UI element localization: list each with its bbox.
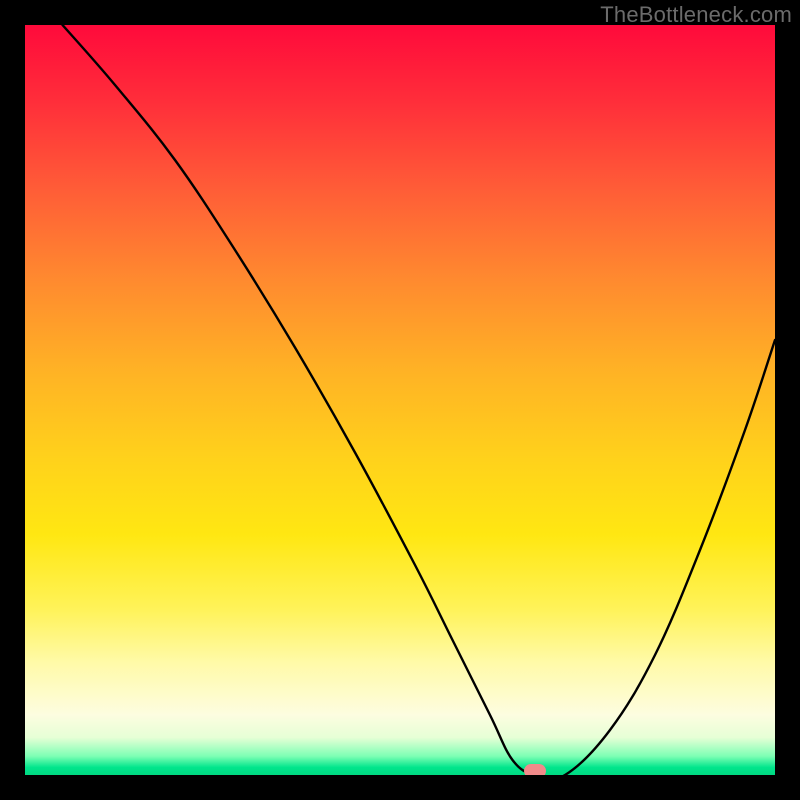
bottleneck-curve <box>25 25 775 775</box>
plot-area <box>25 25 775 775</box>
optimal-point-marker <box>524 764 546 775</box>
watermark-text: TheBottleneck.com <box>600 2 792 28</box>
chart-frame: TheBottleneck.com <box>0 0 800 800</box>
curve-path <box>63 25 776 775</box>
